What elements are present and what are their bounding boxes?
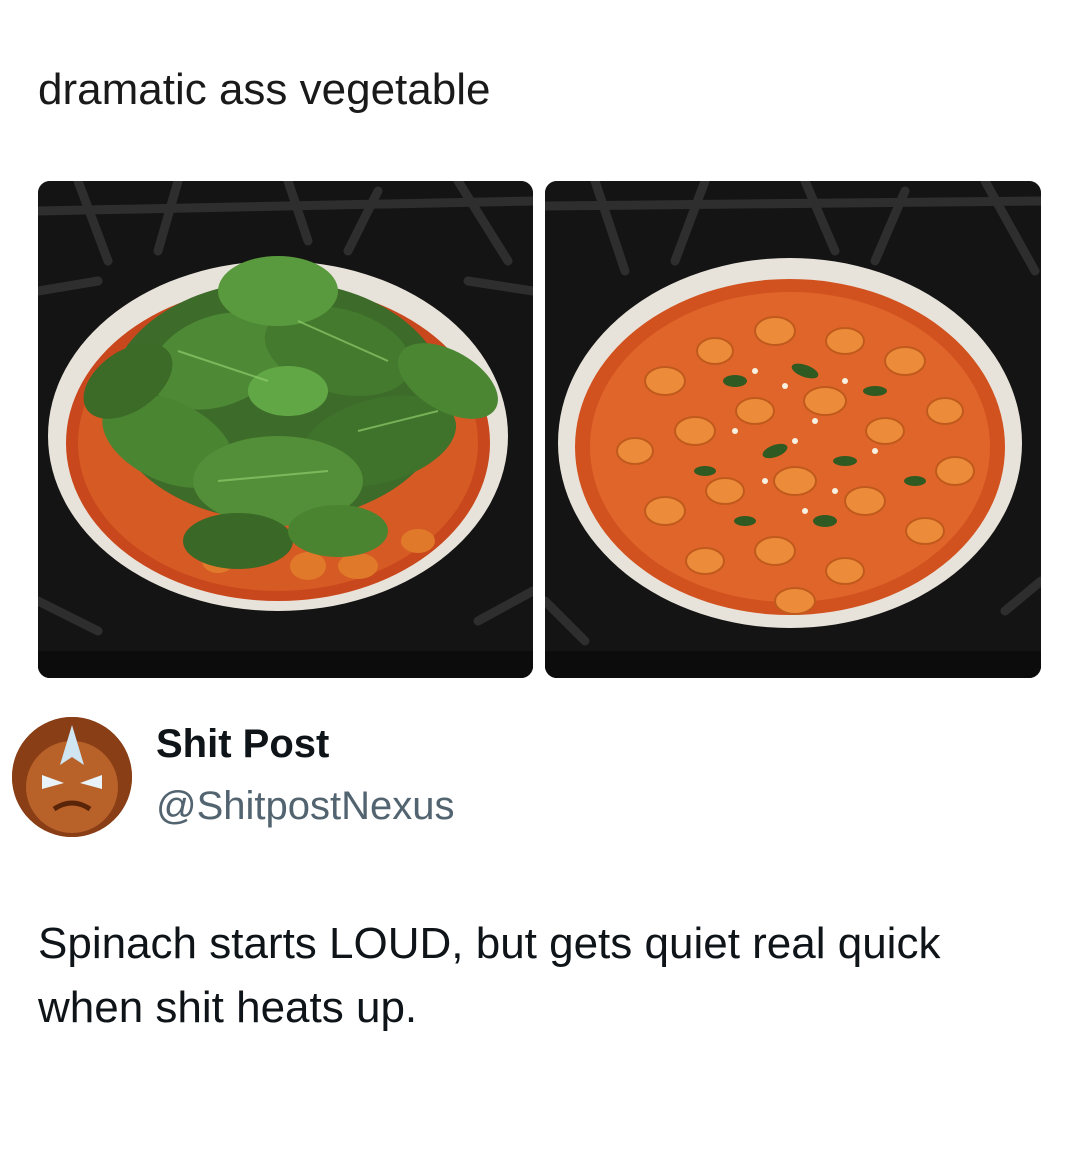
meme-caption: dramatic ass vegetable xyxy=(38,65,491,114)
author-handle[interactable]: @ShitpostNexus xyxy=(156,780,455,832)
author-display-name[interactable]: Shit Post xyxy=(156,718,329,770)
spinach-raw-photo[interactable] xyxy=(38,181,533,678)
avatar[interactable] xyxy=(12,717,132,837)
avatar-cartoon-face-icon xyxy=(12,717,132,837)
tweet-text: Spinach starts LOUD, but gets quiet real… xyxy=(38,919,941,1032)
pan-with-cooked-gnocchi-icon xyxy=(545,181,1041,678)
spinach-cooked-photo[interactable] xyxy=(545,181,1041,678)
pan-with-raw-spinach-icon xyxy=(38,181,533,678)
